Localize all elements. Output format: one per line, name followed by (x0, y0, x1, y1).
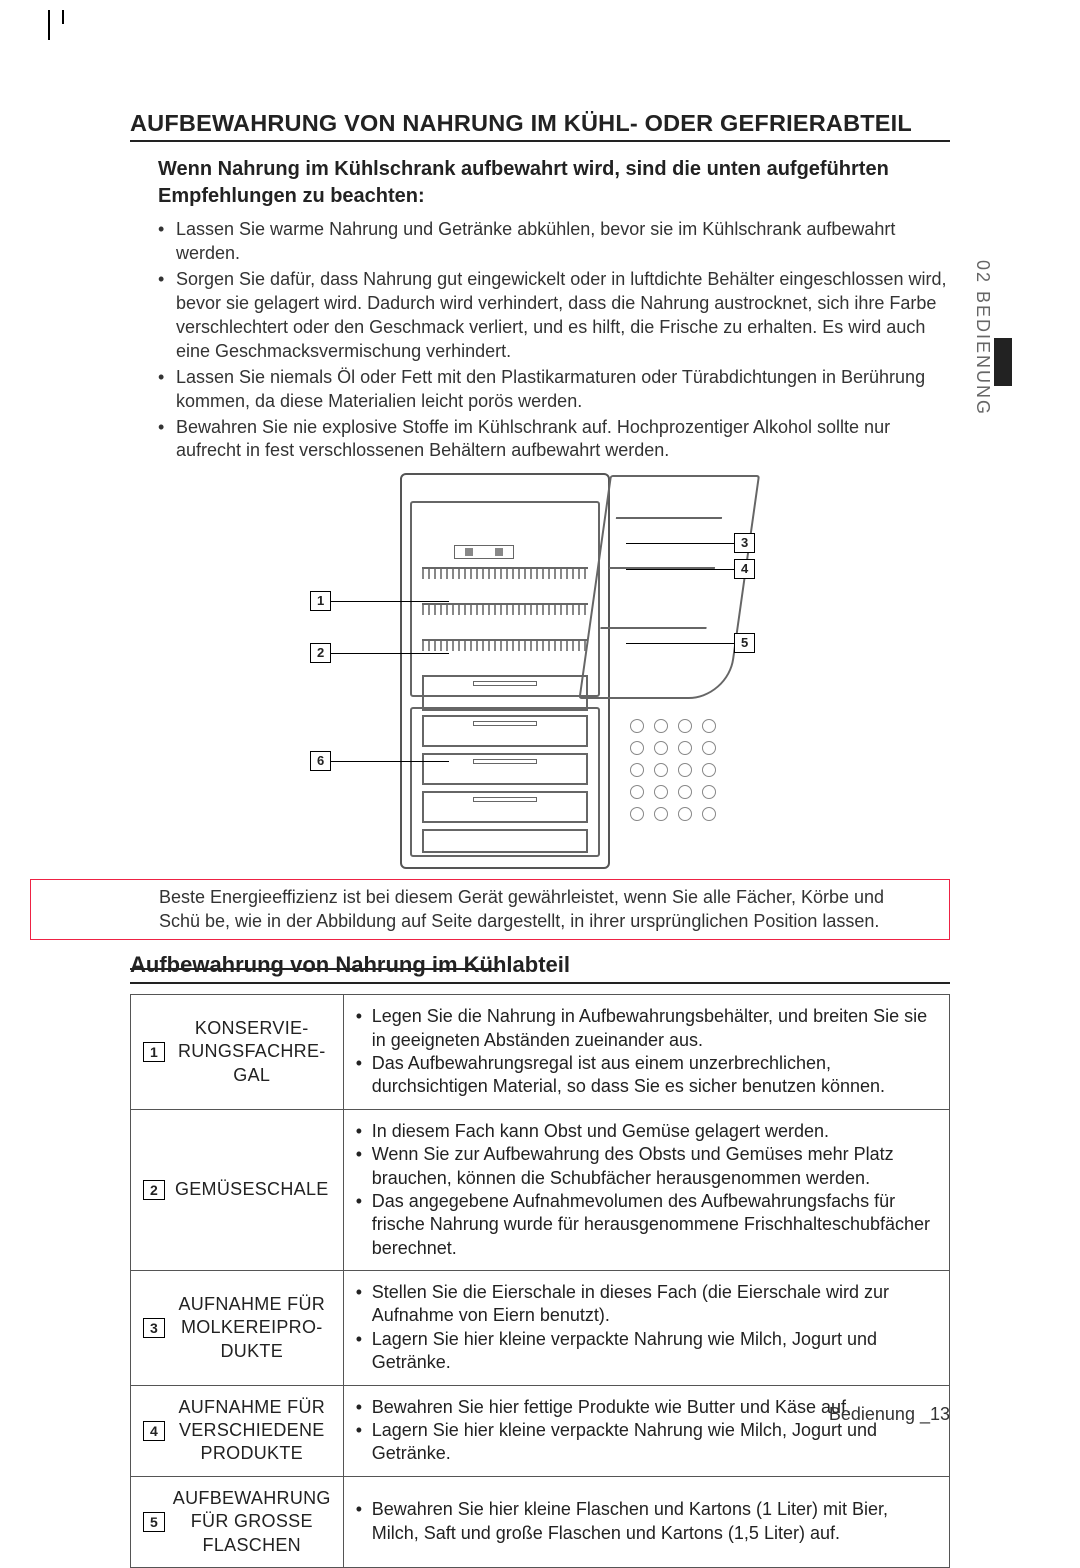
bullet-item: Lassen Sie niemals Öl oder Fett mit den … (158, 366, 950, 414)
row-desc-cell: Bewahren Sie hier kleine Flaschen und Ka… (343, 1476, 949, 1567)
row-point: Legen Sie die Nahrung in Aufbewahrungsbe… (356, 1005, 937, 1052)
row-number: 1 (143, 1042, 165, 1062)
page-footer: Bedienung _13 (829, 1404, 950, 1425)
row-point: Lagern Sie hier kleine verpackte Nahrung… (356, 1328, 937, 1375)
side-tab: 02 BEDIENUNG (972, 260, 1012, 560)
row-label: GEMÜSESCHALE (173, 1178, 331, 1201)
row-desc-cell: Legen Sie die Nahrung in Aufbewahrungsbe… (343, 995, 949, 1110)
energy-note: Beste Energieeffizienz ist bei diesem Ge… (30, 879, 950, 940)
row-label-cell: 4 AUFNAHME FÜR VERSCHIEDENE PRODUKTE (131, 1385, 344, 1476)
callout-1: 1 (310, 591, 449, 611)
table-row: 4 AUFNAHME FÜR VERSCHIEDENE PRODUKTEBewah… (131, 1385, 950, 1476)
row-desc-cell: Bewahren Sie hier fettige Produkte wie B… (343, 1385, 949, 1476)
energy-note-text: Beste Energieeffizienz ist bei diesem Ge… (159, 886, 921, 933)
row-point: Wenn Sie zur Aufbewahrung des Obsts und … (356, 1143, 937, 1190)
page: 02 BEDIENUNG AUFBEWAHRUNG VON NAHRUNG IM… (0, 0, 1080, 1481)
row-label: AUFNAHME FÜR VERSCHIEDENE PRODUKTE (173, 1396, 331, 1466)
row-point: Stellen Sie die Eierschale in dieses Fac… (356, 1281, 937, 1328)
bullet-item: Sorgen Sie dafür, dass Nahrung gut einge… (158, 268, 950, 364)
table-row: 1 KONSERVIE-RUNGSFACHRE-GAL Legen Sie die … (131, 995, 950, 1110)
row-number: 3 (143, 1318, 165, 1338)
table-row: 3 AUFNAHME FÜR MOLKEREIPRO-DUKTE Stellen S… (131, 1271, 950, 1386)
row-point: Bewahren Sie hier kleine Flaschen und Ka… (356, 1498, 937, 1545)
row-label: AUFBEWAHRUNG FÜR GROSSE FLASCHEN (173, 1487, 331, 1557)
callout-5: 5 (626, 633, 755, 653)
door-bottle-grid (630, 719, 740, 849)
row-label-cell: 3 AUFNAHME FÜR MOLKEREIPRO-DUKTE (131, 1271, 344, 1386)
freezer-compartment (410, 707, 600, 857)
row-label-cell: 5 AUFBEWAHRUNG FÜR GROSSE FLASCHEN (131, 1476, 344, 1567)
intro-bullets: Lassen Sie warme Nahrung und Getränke ab… (158, 218, 950, 463)
row-number: 5 (143, 1512, 165, 1532)
row-label-cell: 2 GEMÜSESCHALE (131, 1109, 344, 1270)
row-label-cell: 1 KONSERVIE-RUNGSFACHRE-GAL (131, 995, 344, 1110)
bullet-item: Lassen Sie warme Nahrung und Getränke ab… (158, 218, 950, 266)
callout-4: 4 (626, 559, 755, 579)
callout-2: 2 (310, 643, 449, 663)
fridge-door (579, 475, 760, 699)
callout-3: 3 (626, 533, 755, 553)
crop-marks (34, 0, 56, 80)
side-tab-text: 02 BEDIENUNG (972, 260, 993, 416)
row-desc-cell: In diesem Fach kann Obst und Gemüse gela… (343, 1109, 949, 1270)
side-tab-marker (994, 338, 1012, 386)
table-row: 2 GEMÜSESCHALE In diesem Fach kann Obst un… (131, 1109, 950, 1270)
section-title: AUFBEWAHRUNG VON NAHRUNG IM KÜHL- ODER G… (130, 110, 950, 142)
row-point: In diesem Fach kann Obst und Gemüse gela… (356, 1120, 937, 1143)
row-number: 4 (143, 1421, 165, 1441)
table-row: 5 AUFBEWAHRUNG FÜR GROSSE FLASCHEN Bewahre… (131, 1476, 950, 1567)
row-desc-cell: Stellen Sie die Eierschale in dieses Fac… (343, 1271, 949, 1386)
bullet-item: Bewahren Sie nie explosive Stoffe im Küh… (158, 416, 950, 464)
fridge-body (400, 473, 610, 869)
row-number: 2 (143, 1180, 165, 1200)
row-point: Das Aufbewahrungsregal ist aus einem unz… (356, 1052, 937, 1099)
row-label: KONSERVIE-RUNGSFACHRE-GAL (173, 1017, 331, 1087)
storage-table: 1 KONSERVIE-RUNGSFACHRE-GAL Legen Sie die … (130, 994, 950, 1568)
row-point: Lagern Sie hier kleine verpackte Nahrung… (356, 1419, 937, 1466)
row-label: AUFNAHME FÜR MOLKEREIPRO-DUKTE (173, 1293, 331, 1363)
fridge-diagram: 1 2 6 3 4 5 (310, 473, 770, 873)
callout-6: 6 (310, 751, 449, 771)
intro-heading: Wenn Nahrung im Kühlschrank aufbewahrt w… (158, 156, 950, 210)
sub-heading: Aufbewahrung von Nahrung im Kühlabteil (130, 952, 950, 984)
row-point: Das angegebene Aufnahmevolumen des Aufbe… (356, 1190, 937, 1260)
